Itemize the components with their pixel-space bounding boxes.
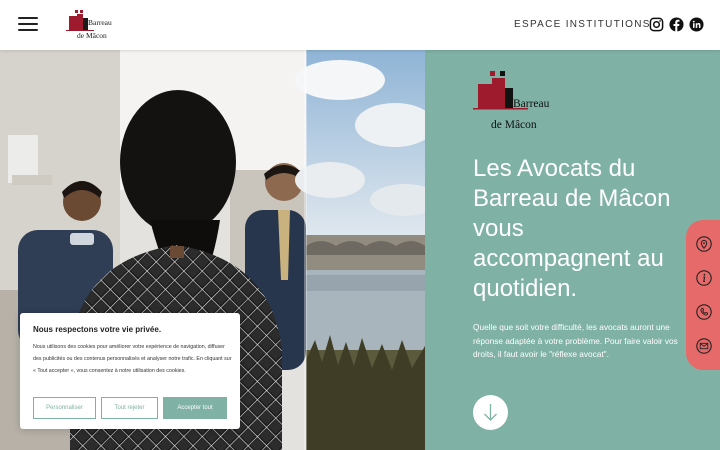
contact-rail [686, 220, 720, 370]
info-icon[interactable] [696, 270, 712, 286]
cookie-banner: Nous respectons votre vie privée. Nous u… [20, 313, 240, 429]
arrow-down-icon [484, 404, 497, 421]
hero-title: Les Avocats du Barreau de Mâcon vous acc… [473, 155, 671, 302]
hero-panel: Barreau de Mâcon Les Avocats du Barreau … [425, 50, 720, 450]
menu-icon[interactable] [18, 17, 38, 33]
hero-description: Quelle que soit votre difficulté, les av… [473, 322, 678, 359]
site-header: Barreau de Mâcon ESPACE INSTITUTIONS [0, 0, 720, 50]
accept-all-button[interactable]: Accepter tout [163, 397, 227, 419]
cookie-title: Nous respectons votre vie privée. [33, 325, 162, 334]
facebook-icon[interactable] [669, 17, 684, 32]
logo-text-line2: de Mâcon [77, 31, 107, 40]
location-pin-icon[interactable] [696, 236, 712, 252]
logo-text-line1: Barreau [88, 18, 112, 27]
instagram-icon[interactable] [649, 17, 664, 32]
customize-button[interactable]: Personnaliser [33, 397, 96, 419]
cookie-description: Nous utilisons des cookies pour améliore… [33, 344, 232, 375]
linkedin-icon[interactable] [689, 17, 704, 32]
mail-icon[interactable] [696, 338, 712, 354]
scroll-down-button[interactable] [473, 395, 508, 430]
hero-logo: Barreau de Mâcon [473, 70, 563, 136]
phone-icon[interactable] [696, 304, 712, 320]
reject-all-button[interactable]: Tout rejeter [101, 397, 158, 419]
hero-logo-line2: de Mâcon [491, 119, 537, 131]
site-logo[interactable]: Barreau de Mâcon [66, 8, 116, 42]
nav-espace-institutions[interactable]: ESPACE INSTITUTIONS [514, 19, 651, 30]
hero-logo-line1: Barreau [513, 98, 550, 110]
